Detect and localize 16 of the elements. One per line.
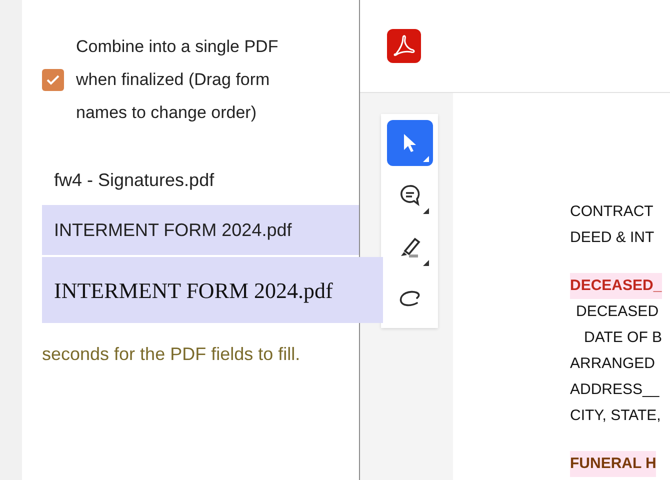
document-line: DATE OF B bbox=[583, 328, 664, 348]
drag-ghost: INTERMENT FORM 2024.pdf bbox=[42, 257, 383, 323]
file-item[interactable]: INTERMENT FORM 2024.pdf bbox=[42, 205, 359, 255]
document-line: DEED & INT bbox=[570, 228, 656, 248]
checkbox[interactable] bbox=[42, 68, 64, 90]
hint-text: seconds for the PDF fields to fill. bbox=[41, 343, 302, 366]
document-line: ARRANGED bbox=[570, 354, 656, 374]
speech-bubble-icon bbox=[398, 183, 422, 207]
document-line: CONTRACT bbox=[570, 202, 654, 222]
document-line: ADDRESS__ bbox=[570, 380, 660, 400]
document-line: DECEASED bbox=[575, 302, 660, 322]
app-logo-icon bbox=[387, 29, 421, 63]
document-line: CITY, STATE, bbox=[570, 406, 662, 426]
file-item[interactable]: fw4 - Signatures.pdf bbox=[42, 155, 359, 205]
checkbox-label: Combine into a single PDF when finalized (Drag form names to change order) bbox=[76, 36, 280, 124]
check-icon bbox=[46, 74, 60, 86]
